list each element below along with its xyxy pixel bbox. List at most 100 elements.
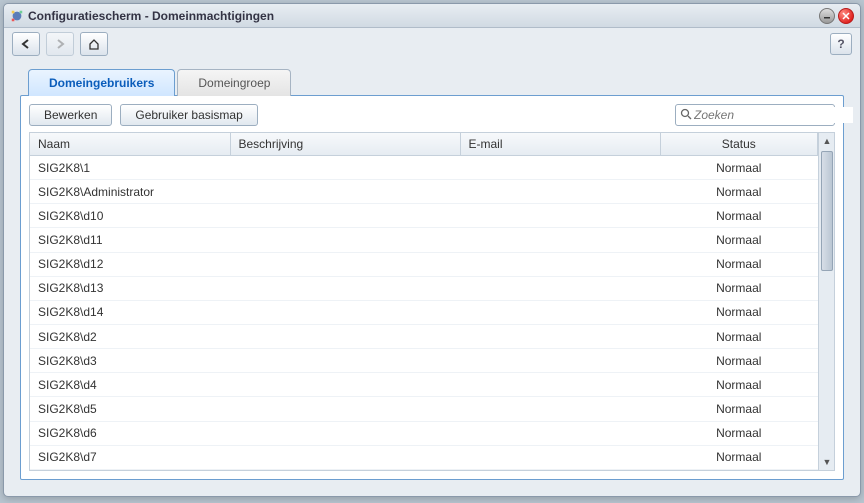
cell-email [460,252,660,276]
cell-desc [230,276,460,300]
cell-email [460,397,660,421]
tab-label: Domeingebruikers [49,76,154,90]
cell-email [460,421,660,445]
search-input[interactable] [692,107,853,123]
cell-desc [230,421,460,445]
cell-status: Normaal [660,252,818,276]
panel: Bewerken Gebruiker basismap [20,95,844,480]
cell-email [460,204,660,228]
user-table: Naam Beschrijving E-mail Status SIG2K8\1… [30,133,818,470]
cell-name: SIG2K8\d10 [30,204,230,228]
cell-status: Normaal [660,421,818,445]
col-status[interactable]: Status [660,133,818,156]
cell-desc [230,445,460,469]
col-name[interactable]: Naam [30,133,230,156]
cell-name: SIG2K8\d3 [30,349,230,373]
help-button[interactable]: ? [830,33,852,55]
cell-email [460,276,660,300]
nav-toolbar: ? [4,28,860,60]
window-title: Configuratiescherm - Domeinmachtigingen [28,9,816,23]
col-desc[interactable]: Beschrijving [230,133,460,156]
user-grid: Naam Beschrijving E-mail Status SIG2K8\1… [29,132,835,471]
cell-email [460,349,660,373]
cell-email [460,156,660,180]
cell-status: Normaal [660,180,818,204]
cell-desc [230,397,460,421]
cell-name: SIG2K8\d6 [30,421,230,445]
cell-name: SIG2K8\d5 [30,397,230,421]
scroll-up-arrow[interactable]: ▲ [820,134,834,148]
cell-desc [230,300,460,324]
table-row[interactable]: SIG2K8\d4 Normaal [30,373,818,397]
cell-desc [230,204,460,228]
table-header-row: Naam Beschrijving E-mail Status [30,133,818,156]
cell-desc [230,252,460,276]
cell-status: Normaal [660,445,818,469]
table-row[interactable]: SIG2K8\d12 Normaal [30,252,818,276]
table-row[interactable]: SIG2K8\d7 Normaal [30,445,818,469]
cell-name: SIG2K8\d2 [30,324,230,348]
cell-desc [230,156,460,180]
table-row[interactable]: SIG2K8\d6 Normaal [30,421,818,445]
cell-name: SIG2K8\d13 [30,276,230,300]
cell-desc [230,324,460,348]
cell-status: Normaal [660,156,818,180]
table-row[interactable]: SIG2K8\d13 Normaal [30,276,818,300]
tab-label: Domeingroep [198,76,270,90]
vertical-scrollbar[interactable]: ▲ ▼ [818,133,834,470]
cell-email [460,300,660,324]
table-row[interactable]: SIG2K8\d5 Normaal [30,397,818,421]
cell-name: SIG2K8\d7 [30,445,230,469]
control-panel-window: Configuratiescherm - Domeinmachtigingen … [3,3,861,497]
search-icon [680,108,692,123]
cell-email [460,228,660,252]
titlebar: Configuratiescherm - Domeinmachtigingen [4,4,860,28]
content-area: Domeingebruikers Domeingroep Bewerken Ge… [4,60,860,496]
cell-email [460,445,660,469]
cell-desc [230,373,460,397]
table-row[interactable]: SIG2K8\d14 Normaal [30,300,818,324]
cell-status: Normaal [660,373,818,397]
cell-desc [230,180,460,204]
cell-status: Normaal [660,276,818,300]
table-row[interactable]: SIG2K8\d11 Normaal [30,228,818,252]
table-row[interactable]: SIG2K8\Administrator Normaal [30,180,818,204]
cell-status: Normaal [660,397,818,421]
cell-name: SIG2K8\d14 [30,300,230,324]
cell-desc [230,228,460,252]
tabs: Domeingebruikers Domeingroep [28,68,844,95]
cell-email [460,180,660,204]
control-panel-icon [10,9,24,23]
table-row[interactable]: SIG2K8\d10 Normaal [30,204,818,228]
home-button[interactable] [80,32,108,56]
cell-status: Normaal [660,349,818,373]
cell-name: SIG2K8\1 [30,156,230,180]
cell-status: Normaal [660,204,818,228]
cell-name: SIG2K8\Administrator [30,180,230,204]
cell-name: SIG2K8\d11 [30,228,230,252]
cell-status: Normaal [660,324,818,348]
panel-toolbar: Bewerken Gebruiker basismap [29,104,835,126]
search-box[interactable] [675,104,835,126]
tab-domain-group[interactable]: Domeingroep [177,69,291,96]
table-row[interactable]: SIG2K8\1 Normaal [30,156,818,180]
forward-button[interactable] [46,32,74,56]
minimize-button[interactable] [819,8,835,24]
close-button[interactable] [838,8,854,24]
cell-email [460,324,660,348]
scroll-thumb[interactable] [821,151,833,271]
table-row[interactable]: SIG2K8\d3 Normaal [30,349,818,373]
cell-desc [230,349,460,373]
cell-name: SIG2K8\d12 [30,252,230,276]
col-email[interactable]: E-mail [460,133,660,156]
scroll-down-arrow[interactable]: ▼ [820,455,834,469]
cell-status: Normaal [660,300,818,324]
tab-domain-users[interactable]: Domeingebruikers [28,69,175,96]
back-button[interactable] [12,32,40,56]
edit-button[interactable]: Bewerken [29,104,112,126]
user-home-button[interactable]: Gebruiker basismap [120,104,257,126]
cell-name: SIG2K8\d4 [30,373,230,397]
cell-email [460,373,660,397]
cell-status: Normaal [660,228,818,252]
table-row[interactable]: SIG2K8\d2 Normaal [30,324,818,348]
